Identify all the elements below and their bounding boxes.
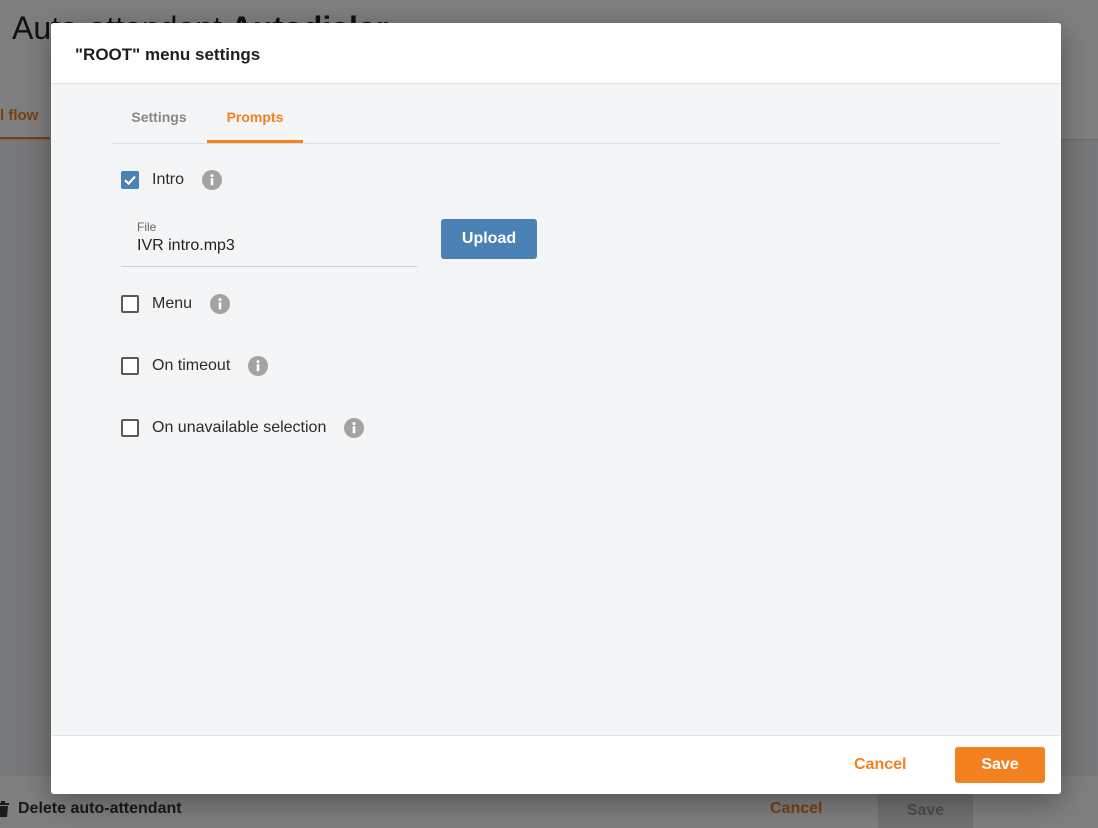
menu-label: Menu bbox=[152, 295, 193, 312]
checkmark-icon bbox=[124, 175, 136, 186]
dialog-footer: Cancel Save bbox=[51, 735, 1061, 794]
on-unavailable-selection-label: On unavailable selection bbox=[152, 419, 327, 436]
intro-checkbox[interactable] bbox=[121, 171, 139, 189]
tab-settings[interactable]: Settings bbox=[111, 97, 207, 143]
dialog-tabs: Settings Prompts bbox=[111, 97, 1001, 144]
on-timeout-checkbox[interactable] bbox=[121, 357, 139, 375]
info-icon[interactable] bbox=[202, 170, 223, 190]
on-unavailable-selection-checkbox[interactable] bbox=[121, 419, 139, 437]
prompt-row-on-unavailable-selection: On unavailable selection bbox=[121, 416, 365, 440]
prompt-row-intro: Intro bbox=[121, 168, 223, 192]
prompt-row-menu: Menu bbox=[121, 292, 231, 316]
file-field[interactable]: File IVR intro.mp3 bbox=[121, 217, 417, 267]
on-timeout-label: On timeout bbox=[152, 357, 231, 374]
prompt-row-on-timeout: On timeout bbox=[121, 354, 269, 378]
dialog-save-button[interactable]: Save bbox=[955, 747, 1045, 783]
tab-prompts[interactable]: Prompts bbox=[207, 97, 303, 143]
file-field-value: IVR intro.mp3 bbox=[137, 237, 235, 254]
dialog-cancel-button[interactable]: Cancel bbox=[854, 756, 906, 774]
dialog-header: "ROOT" menu settings bbox=[51, 23, 1061, 84]
info-icon[interactable] bbox=[210, 294, 231, 314]
info-icon[interactable] bbox=[344, 418, 365, 438]
dialog-title: "ROOT" menu settings bbox=[75, 45, 261, 64]
intro-label: Intro bbox=[152, 171, 185, 188]
file-field-label: File bbox=[137, 220, 157, 234]
menu-checkbox[interactable] bbox=[121, 295, 139, 313]
upload-button[interactable]: Upload bbox=[441, 219, 537, 259]
info-icon[interactable] bbox=[248, 356, 269, 376]
menu-settings-dialog: "ROOT" menu settings Settings Prompts In… bbox=[51, 23, 1061, 794]
